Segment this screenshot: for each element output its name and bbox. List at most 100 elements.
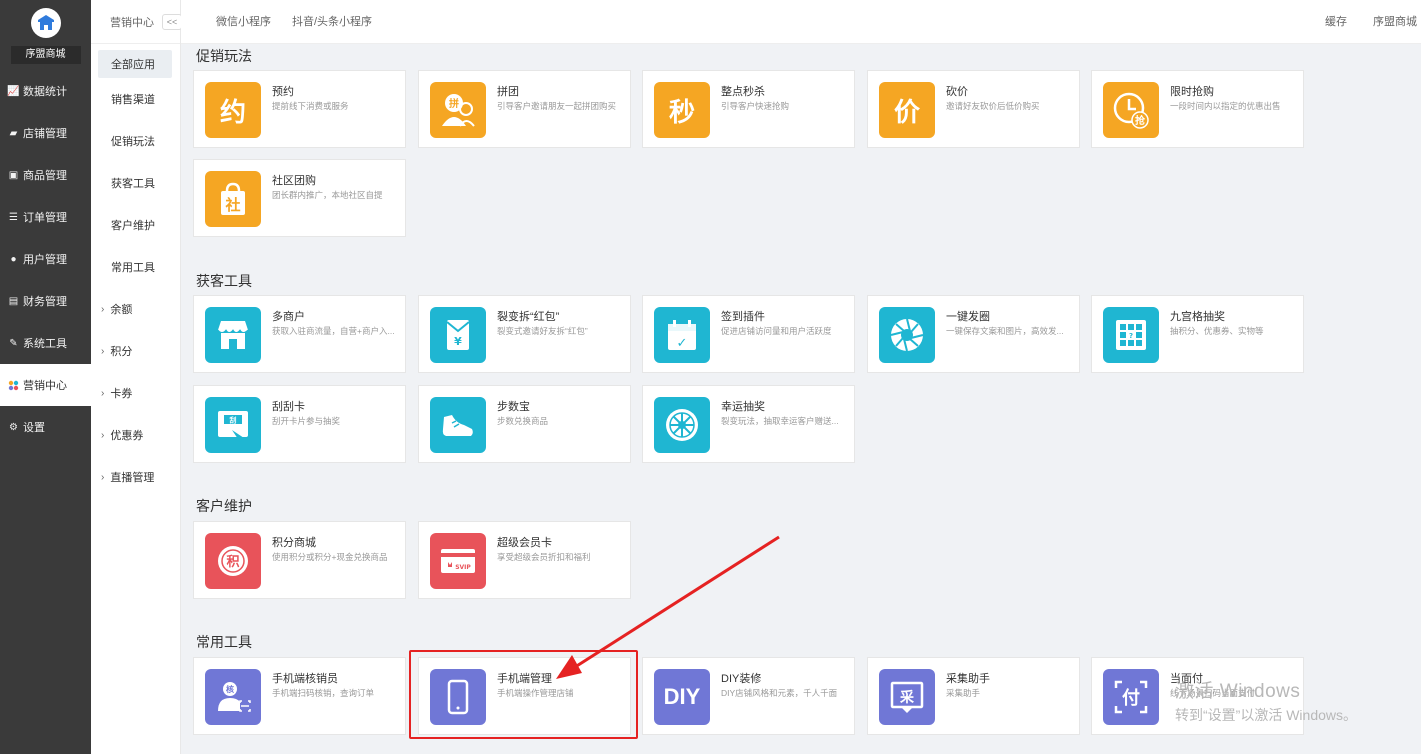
app-card-face-to-face-pay[interactable]: 付 当面付 线下场景扫码当面支付 (1091, 657, 1304, 735)
app-desc: 团长群内推广，本地社区自提 (272, 190, 383, 200)
sidebar-item-data[interactable]: 📈 数据统计 (0, 70, 91, 112)
chevron-right-icon: › (101, 429, 105, 441)
app-card-moments-share[interactable]: 一键发圈 一键保存文案和图片，高效发... (867, 295, 1080, 373)
sidebar-item-label: 系统工具 (23, 338, 67, 350)
sidebar-item-label: 营销中心 (23, 380, 67, 392)
app-name: DIY装修 (721, 673, 762, 685)
shop-switcher[interactable]: 序盟商城 (1373, 0, 1417, 44)
app-card-mobile-verifier[interactable]: 核 手机端核销员 手机端扫码核销，查询订单 (193, 657, 406, 735)
app-card-mobile-management[interactable]: 手机端管理 手机端操作管理店铺 (418, 657, 631, 735)
app-card-group-buy[interactable]: 拼 拼团 引导客户邀请朋友一起拼团购买 (418, 70, 631, 148)
sidebar-item-store[interactable]: ▰ 店铺管理 (0, 112, 91, 154)
main-sidebar: 序盟商城 📈 数据统计 ▰ 店铺管理 ▣ 商品管理 ☰ 订单管理 ● 用户管理 ▤ 财务管理… (0, 0, 91, 754)
sidebar-item-settings[interactable]: ⚙ 设置 (0, 406, 91, 448)
app-name: 幸运抽奖 (721, 401, 765, 413)
sidebar-item-finance[interactable]: ▤ 财务管理 (0, 280, 91, 322)
clock-icon: 抢 (1103, 82, 1159, 138)
app-card-lucky-draw[interactable]: 幸运抽奖 裂变玩法，抽取幸运客户赠送... (642, 385, 855, 463)
subnav-item-sales-channel[interactable]: 销售渠道 (91, 78, 180, 120)
app-card-limited-time[interactable]: 抢 限时抢购 一段时间内以指定的优惠出售 (1091, 70, 1304, 148)
app-card-super-vip[interactable]: SVIP 超级会员卡 享受超级会员折扣和福利 (418, 521, 631, 599)
svg-text:采: 采 (899, 689, 915, 706)
app-name: 采集助手 (946, 673, 990, 685)
app-desc: 线下场景扫码当面支付 (1170, 688, 1256, 698)
shopping-bag-icon: 社 (205, 171, 261, 227)
subnav-item-label: 直播管理 (110, 472, 155, 484)
app-card-bargain[interactable]: 价 砍价 邀请好友砍价后低价购买 (867, 70, 1080, 148)
sidebar-item-users[interactable]: ● 用户管理 (0, 238, 91, 280)
main-content: 促销玩法 约 预约 提前线下消费或服务 拼 拼团 引导客户邀请朋友一起拼团购买 … (181, 44, 1421, 754)
sidebar-item-label: 数据统计 (23, 86, 67, 98)
wheel-icon (654, 397, 710, 453)
subnav-item-all-apps[interactable]: 全部应用 (98, 50, 172, 78)
app-card-red-packet[interactable]: ¥ 裂变拆“红包” 裂变式邀请好友拆“红包” (418, 295, 631, 373)
app-desc: 促进店铺访问量和用户活跃度 (721, 326, 832, 336)
chart-icon: 📈 (7, 85, 20, 97)
section-title-promotion: 促销玩法 (196, 48, 252, 64)
app-card-scratch-card[interactable]: 刮 刮刮卡 刮开卡片参与抽奖 (193, 385, 406, 463)
app-desc: 手机端扫码核销，查询订单 (272, 688, 375, 698)
wrench-icon: ✎ (9, 337, 18, 349)
diy-icon: DIY (654, 669, 710, 725)
cache-button[interactable]: 缓存 (1325, 0, 1347, 44)
app-name: 超级会员卡 (497, 537, 552, 549)
chevron-right-icon: › (101, 471, 105, 483)
group-buy-icon: 拼 (430, 82, 486, 138)
sidebar-item-label: 订单管理 (23, 212, 67, 224)
app-desc: 使用积分或积分+现金兑换商品 (272, 552, 388, 562)
app-card-flash-sale[interactable]: 秒 整点秒杀 引导客户快速抢购 (642, 70, 855, 148)
chevron-right-icon: › (101, 345, 105, 357)
app-name: 签到插件 (721, 311, 765, 323)
app-name: 砍价 (946, 86, 968, 98)
red-packet-icon: ¥ (430, 307, 486, 363)
svg-text:✓: ✓ (677, 336, 688, 351)
shop-logo-icon[interactable] (30, 8, 61, 38)
app-card-points-mall[interactable]: 积 积分商城 使用积分或积分+现金兑换商品 (193, 521, 406, 599)
subnav-item-live[interactable]: › 直播管理 (91, 456, 180, 498)
sidebar-item-marketing[interactable]: 营销中心 (0, 364, 91, 406)
app-desc: 步数兑换商品 (497, 416, 549, 426)
app-desc: 抽积分、优惠券、实物等 (1170, 326, 1264, 336)
app-card-step-treasure[interactable]: 步数宝 步数兑换商品 (418, 385, 631, 463)
sidebar-item-orders[interactable]: ☰ 订单管理 (0, 196, 91, 238)
shoe-icon (430, 397, 486, 453)
svg-text:抢: 抢 (1135, 114, 1146, 127)
app-card-community-group[interactable]: 社 社区团购 团长群内推广，本地社区自提 (193, 159, 406, 237)
sidebar-item-tools[interactable]: ✎ 系统工具 (0, 322, 91, 364)
subnav-item-balance[interactable]: › 余额 (91, 288, 180, 330)
grid-icon: ? (1103, 307, 1159, 363)
section-title-acquisition: 获客工具 (196, 273, 252, 289)
shop-name: 序盟商城 (10, 46, 81, 64)
app-name: 限时抢购 (1170, 86, 1214, 98)
app-desc: 邀请好友砍价后低价购买 (946, 101, 1040, 111)
user-icon: ● (10, 253, 17, 265)
app-card-check-in[interactable]: ✓ 签到插件 促进店铺访问量和用户活跃度 (642, 295, 855, 373)
shop-logo-area: 序盟商城 (0, 0, 91, 70)
tab-douyin-miniapp[interactable]: 抖音/头条小程序 (292, 0, 372, 44)
subnav-item-retention[interactable]: 客户维护 (91, 204, 180, 246)
tab-wechat-miniapp[interactable]: 微信小程序 (216, 0, 271, 44)
app-name: 手机端管理 (497, 673, 552, 685)
app-card-diy-decoration[interactable]: DIY DIY装修 DIY店铺风格和元素，千人千面 (642, 657, 855, 735)
subnav-item-common-tools[interactable]: 常用工具 (91, 246, 180, 288)
booking-icon: 约 (205, 82, 261, 138)
collapse-button[interactable]: << (162, 14, 182, 30)
subnav-item-discounts[interactable]: › 优惠券 (91, 414, 180, 456)
verifier-icon: 核 (205, 669, 261, 725)
subnav-item-acquisition[interactable]: 获客工具 (91, 162, 180, 204)
calendar-icon: ✓ (654, 307, 710, 363)
app-name: 拼团 (497, 86, 519, 98)
pay-icon: 付 (1103, 669, 1159, 725)
app-name: 当面付 (1170, 673, 1203, 685)
subnav-item-promotion[interactable]: 促销玩法 (91, 120, 180, 162)
app-desc: 手机端操作管理店铺 (497, 688, 574, 698)
app-card-booking[interactable]: 约 预约 提前线下消费或服务 (193, 70, 406, 148)
sidebar-item-goods[interactable]: ▣ 商品管理 (0, 154, 91, 196)
subnav-item-label: 卡券 (110, 388, 133, 400)
subnav-item-coupons-card[interactable]: › 卡券 (91, 372, 180, 414)
app-card-collector[interactable]: 采 采集助手 采集助手 (867, 657, 1080, 735)
app-card-nine-grid[interactable]: ? 九宫格抽奖 抽积分、优惠券、实物等 (1091, 295, 1304, 373)
subnav-item-points[interactable]: › 积分 (91, 330, 180, 372)
points-icon: 积 (205, 533, 261, 589)
app-card-multi-merchant[interactable]: 多商户 获取入驻商流量，自营+商户入... (193, 295, 406, 373)
